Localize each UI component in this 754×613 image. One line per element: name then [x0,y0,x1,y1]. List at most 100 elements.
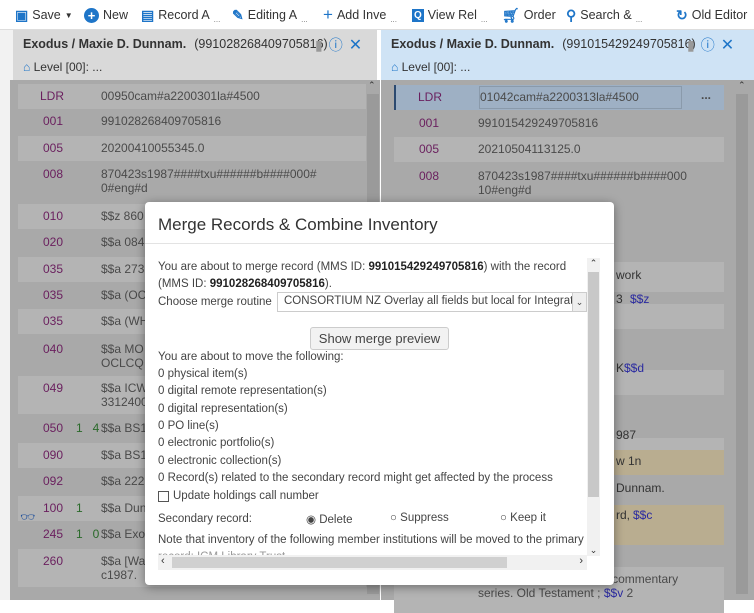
field-value-fragment: $$c [633,508,653,522]
new-button[interactable]: + New [84,6,128,24]
save-icon[interactable]: ▮ [315,37,323,54]
mms-id: (991028268409705816) [194,37,328,51]
field-value: $$a ICW [101,381,148,395]
value-part: $$v [603,586,624,600]
field-tag: 020 [43,235,64,249]
move-item: 0 Record(s) related to the secondary rec… [158,471,553,484]
cart-icon: 🛒︎ [502,6,520,23]
marc-field-row[interactable]: LDR 01042cam#a2200313la#4500... [394,85,724,110]
field-value: $$a Exo [101,527,146,541]
checkbox[interactable] [158,490,169,502]
field-value-fragment: work [616,268,642,282]
show-merge-preview-button[interactable]: Show merge preview [310,327,449,350]
move-item: 0 PO line(s) [158,419,219,432]
field-value: 870423s1987####txu######b####000# [101,167,317,181]
field-value: $$a Dun [101,501,147,515]
marc-field-row[interactable]: LDR 00950cam#a2200301la#4500 [18,84,366,109]
binoculars-icon[interactable]: 👓︎ [20,510,35,524]
value-part: series. Old Testament ; [478,586,601,600]
field-tag: 005 [419,142,440,156]
home-icon: ⌂ [23,60,31,74]
field-value: 20210504113125.0 [478,142,581,156]
radio-suppress[interactable]: ○ Suppress [390,512,449,524]
chevron-down-icon[interactable]: ⌄ [587,545,600,556]
field-value: $$a (OC [101,288,147,302]
dialog-body: You are about to merge record (MMS ID: 9… [145,254,600,570]
marc-field-row[interactable]: 008 870423s1987####txu######b####000# 0#en… [18,162,366,200]
radio-keep[interactable]: ○ Keep it [500,512,546,524]
field-value: $$a 273 [101,262,145,276]
field-tag: 092 [43,474,64,488]
value-part: 2 [626,586,634,600]
search-icon: ⚲ [566,6,577,23]
close-icon[interactable]: ✕ [349,35,362,55]
scroll-thumb[interactable] [588,272,599,497]
update-holdings-checkbox[interactable]: Update holdings call number [158,490,319,502]
search-button[interactable]: ⚲ Search &... [566,6,642,25]
ldr-input[interactable] [479,86,682,109]
field-value-cont: OCLCQ [101,356,144,370]
right-vertical-scrollbar[interactable] [736,94,748,594]
editing-actions-button[interactable]: ✎ Editing A... [232,6,308,25]
field-tag: 001 [419,116,440,130]
field-tag: 035 [43,314,64,328]
chevron-up-icon[interactable]: ⌃ [738,80,746,91]
dialog-title: Merge Records & Combine Inventory [158,215,438,234]
chevron-left-icon[interactable]: ‹ [161,555,165,567]
field-tag: 245 [43,527,64,541]
more-button[interactable]: ... [701,88,711,102]
chevron-up-icon[interactable]: ⌃ [368,80,376,91]
field-value: $$z 860 [101,209,144,223]
chevron-right-icon[interactable]: › [579,555,583,567]
field-value: $$a BS1 [101,448,148,462]
close-icon[interactable]: ✕ [721,35,734,55]
field-indicators: 1 0 [76,527,100,541]
secondary-mms-id: 991015429249705816 [368,261,484,273]
field-value: 991028268409705816 [101,114,222,128]
radio-delete[interactable]: ◉ Delete [306,512,352,526]
dialog-horizontal-scrollbar[interactable]: ‹ › [158,555,587,570]
field-tag: 001 [43,114,64,128]
info-icon[interactable]: ⓘ [329,35,343,55]
field-tag: 035 [43,262,64,276]
record-title: Exodus / Maxie D. Dunnam. [391,37,555,51]
old-editor-button[interactable]: ↻ Old Editor [676,6,747,24]
field-value-cont: 3312400 [101,395,148,409]
field-value-fragment: w 1n [616,454,642,468]
dialog-vertical-scrollbar[interactable]: ⌃ ⌄ [587,258,600,556]
record-actions-button[interactable]: ▤ Record A... [141,6,220,25]
save-button[interactable]: ▣ Save ▼ [15,6,73,24]
field-value-fragment: 987 [616,428,637,442]
field-tag: 049 [43,381,64,395]
level-label[interactable]: Level [00]: ... [402,60,471,74]
field-tag: 035 [43,288,64,302]
marc-field-row[interactable]: 005 20200410055345.0 [18,136,366,161]
merge-routine-select[interactable]: CONSORTIUM NZ Overlay all fields but loc… [277,292,587,312]
plus-icon: + [323,5,333,24]
move-item: 0 digital representation(s) [158,402,288,415]
info-icon[interactable]: ⓘ [701,35,715,55]
view-related-button[interactable]: Q View Rel... [412,6,488,24]
view-icon: Q [412,8,424,22]
field-value: $$a MO [101,342,144,356]
field-value-fragment: rd, [616,508,631,522]
field-value-fragment: 3 [616,292,623,306]
field-value: 991015429249705816 [478,116,599,130]
field-value-cont: series. Old Testament ; $$v 2 [478,586,633,600]
chevron-up-icon[interactable]: ⌃ [587,258,600,269]
save-icon[interactable]: ▮ [687,37,695,54]
field-value: $$a 084 [101,235,145,249]
order-button[interactable]: 🛒︎ Order [502,6,556,24]
level-label[interactable]: Level [00]: ... [34,60,103,74]
field-value: $$a BS1 [101,421,148,435]
add-inventory-button[interactable]: + Add Inve... [323,5,397,24]
marc-field-row[interactable]: 005 20210504113125.0 [394,137,724,162]
marc-field-row[interactable]: 001 991028268409705816 [18,109,366,134]
field-tag: 008 [43,167,64,181]
home-icon: ⌂ [391,60,399,74]
marc-field-row[interactable]: 008 870423s1987####txu######b####000 10#en… [394,164,724,202]
marc-field-row[interactable]: 001 991015429249705816 [394,111,724,136]
chevron-down-icon: ⌄ [572,293,586,311]
field-value-fragment: K [616,361,625,375]
scroll-thumb[interactable] [172,557,507,568]
